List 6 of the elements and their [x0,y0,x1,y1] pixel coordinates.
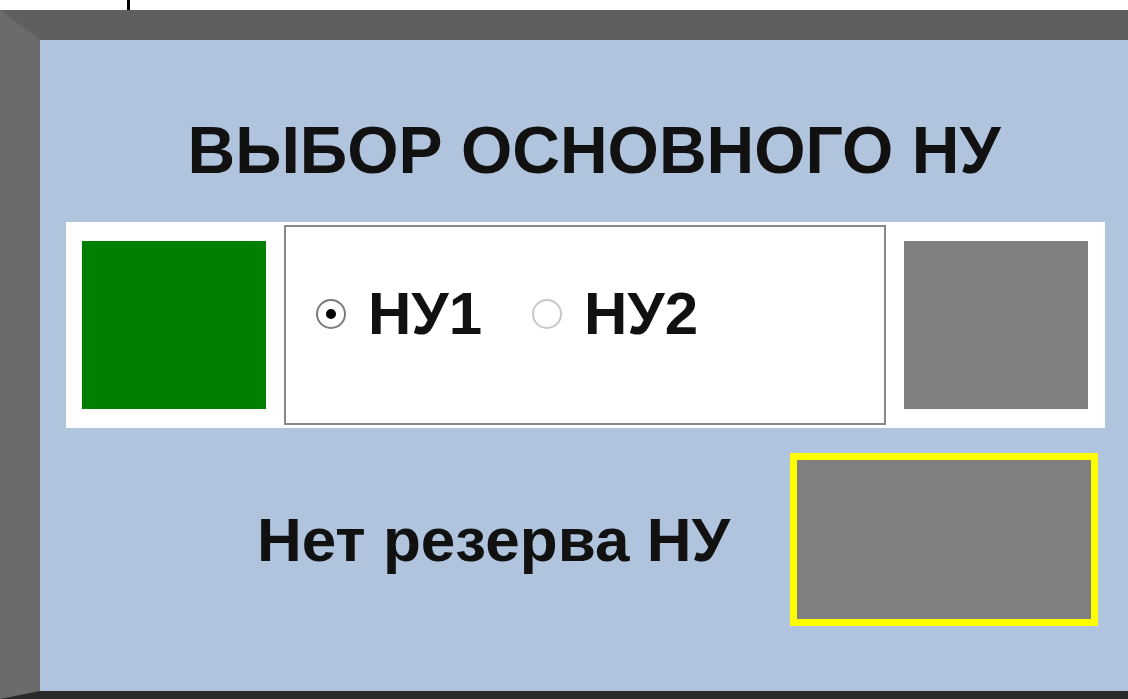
radio-button[interactable] [316,299,346,329]
radio-option[interactable]: НУ2 [532,279,699,349]
panel-title: ВЫБОР ОСНОВНОГО НУ [186,112,1002,189]
radio-option[interactable]: НУ1 [316,279,483,349]
radio-button[interactable] [532,299,563,329]
alarm-label: Нет резерва НУ [256,504,730,575]
